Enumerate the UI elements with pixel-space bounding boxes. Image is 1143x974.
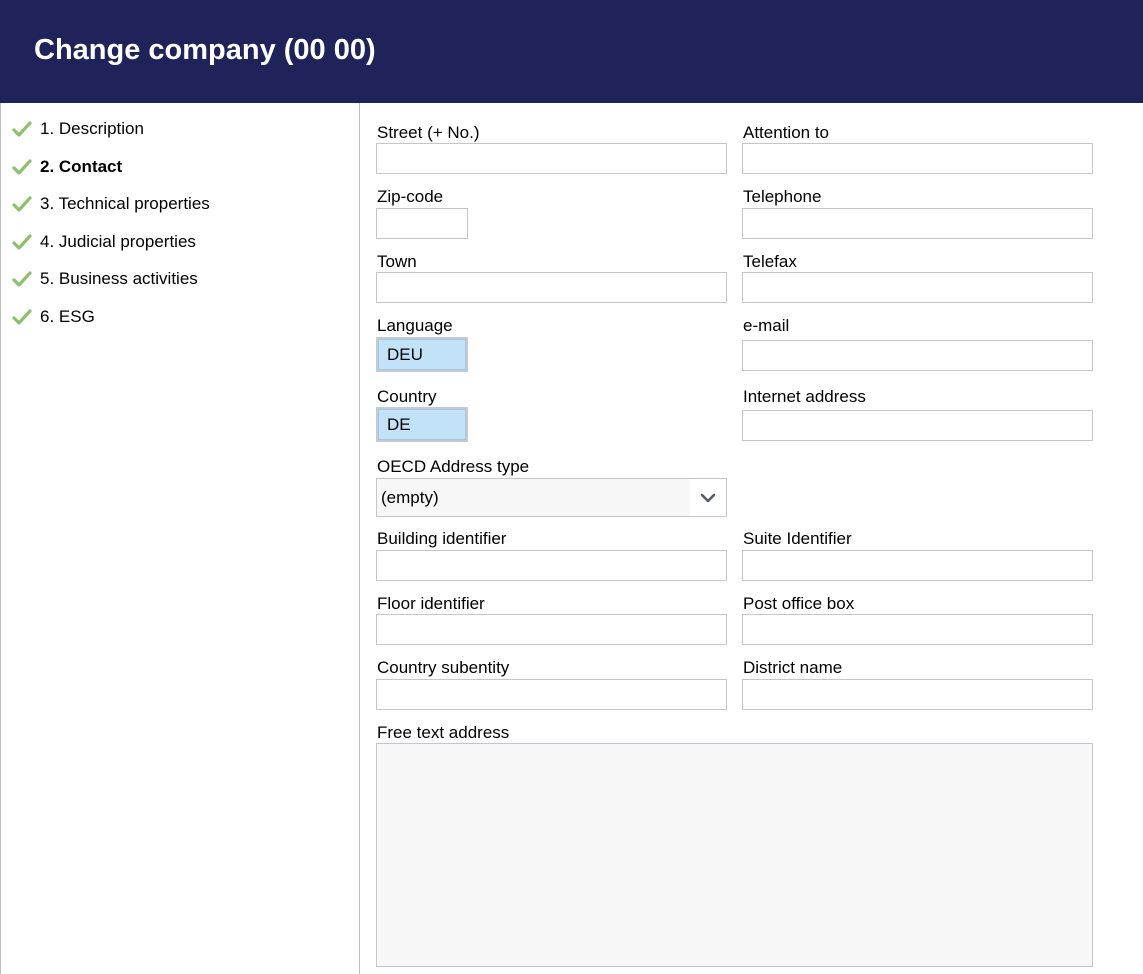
zip-label: Zip-code [377,187,444,206]
street-label: Street (+ No.) [377,123,480,142]
email-input[interactable] [742,340,1093,371]
oecd-address-type-select[interactable]: (empty) [376,478,727,517]
subentity-label: Country subentity [377,658,510,677]
telephone-label: Telephone [743,187,822,206]
telephone-input[interactable] [742,208,1093,239]
page-header: Change company (00 00) [0,0,1143,103]
pobox-input[interactable] [742,614,1093,645]
telefax-label: Telefax [743,252,797,271]
step-description[interactable]: 1. Description [12,117,144,141]
step-label: 4. Judicial properties [40,232,196,251]
subentity-input[interactable] [376,679,727,710]
checkmark-icon [12,159,32,175]
wizard-steps-sidebar: 1. Description 2. Contact 3. Technical p… [0,103,360,974]
checkmark-icon [12,271,32,287]
building-input[interactable] [376,550,727,581]
internet-label: Internet address [743,387,866,406]
step-esg[interactable]: 6. ESG [12,305,95,329]
attention-label: Attention to [743,123,830,142]
email-label: e-mail [743,316,790,335]
language-input[interactable] [376,337,468,372]
country-label: Country [377,387,437,406]
floor-label: Floor identifier [377,594,485,613]
step-label: 5. Business activities [40,269,198,288]
town-input[interactable] [376,272,727,303]
language-label: Language [377,316,453,335]
district-input[interactable] [742,679,1093,710]
checkmark-icon [12,234,32,250]
step-technical-properties[interactable]: 3. Technical properties [12,192,210,216]
country-input[interactable] [376,407,468,442]
town-label: Town [377,252,417,271]
attention-input[interactable] [742,143,1093,174]
internet-input[interactable] [742,410,1093,441]
street-input[interactable] [376,143,727,174]
pobox-label: Post office box [743,594,855,613]
chevron-down-icon[interactable] [690,479,726,516]
suite-label: Suite Identifier [743,529,852,548]
step-judicial-properties[interactable]: 4. Judicial properties [12,230,196,254]
step-contact[interactable]: 2. Contact [12,155,122,179]
page-title: Change company (00 00) [34,34,376,66]
telefax-input[interactable] [742,272,1093,303]
checkmark-icon [12,309,32,325]
suite-input[interactable] [742,550,1093,581]
step-label: 2. Contact [40,157,123,176]
freetext-label: Free text address [377,723,510,742]
oecd-selected-value: (empty) [381,487,439,507]
zip-input[interactable] [376,208,468,239]
step-label: 1. Description [40,119,144,138]
district-label: District name [743,658,843,677]
contact-form: Street (+ No.) Attention to Zip-code Tel… [361,103,1143,974]
checkmark-icon [12,121,32,137]
floor-input[interactable] [376,614,727,645]
step-label: 3. Technical properties [40,194,210,213]
step-business-activities[interactable]: 5. Business activities [12,267,198,291]
checkmark-icon [12,196,32,212]
step-label: 6. ESG [40,307,95,326]
building-label: Building identifier [377,529,507,548]
oecd-label: OECD Address type [377,457,530,476]
free-text-address-textarea[interactable] [376,743,1093,967]
